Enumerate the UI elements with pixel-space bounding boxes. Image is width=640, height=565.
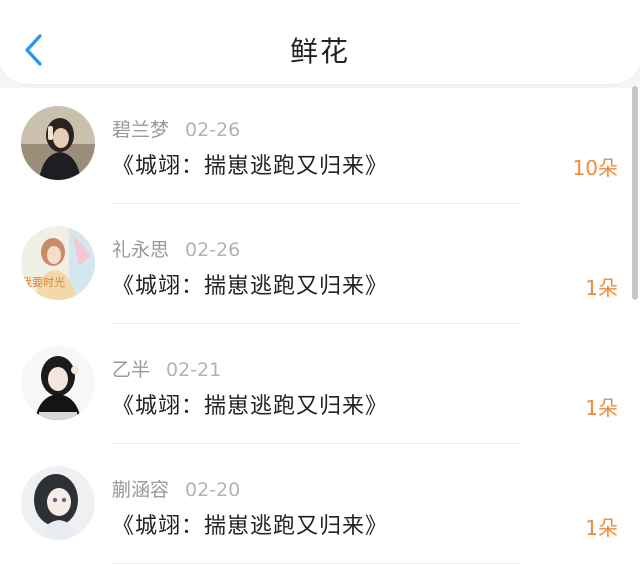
- sender-name: 乙半: [112, 359, 151, 381]
- gift-date: 02-26: [185, 239, 241, 261]
- avatar[interactable]: 我要时光: [21, 226, 95, 300]
- gift-date: 02-21: [166, 359, 222, 381]
- flower-count: 1朵: [585, 396, 618, 420]
- book-title[interactable]: 《城翊：揣崽逃跑又归来》: [112, 388, 388, 420]
- gift-date: 02-26: [185, 119, 241, 141]
- flower-count: 1朵: [585, 516, 618, 540]
- gift-meta: 礼永思 02-26: [112, 235, 241, 261]
- list-item[interactable]: 蒯涵容 02-20 《城翊：揣崽逃跑又归来》 1朵: [0, 448, 640, 565]
- sender-name: 蒯涵容: [112, 479, 170, 501]
- flower-count: 10朵: [572, 156, 618, 180]
- avatar-watermark-text: 我要时光: [21, 275, 65, 289]
- gift-meta: 蒯涵容 02-20: [112, 475, 241, 501]
- avatar[interactable]: [21, 106, 95, 180]
- gift-meta: 乙半 02-21: [112, 355, 222, 381]
- gift-flowers-page: 鲜花 碧兰梦 02-26 《城翊：揣崽逃跑又归来》 10朵 我要时光 礼永思 0…: [0, 0, 640, 565]
- divider: [112, 443, 520, 444]
- page-title: 鲜花: [289, 35, 350, 68]
- divider: [112, 323, 520, 324]
- sender-name: 碧兰梦: [112, 119, 170, 141]
- flower-count: 1朵: [585, 276, 618, 300]
- divider: [112, 563, 520, 564]
- scrollbar[interactable]: [632, 86, 638, 300]
- list-item[interactable]: 我要时光 礼永思 02-26 《城翊：揣崽逃跑又归来》 1朵: [0, 208, 640, 328]
- avatar[interactable]: [21, 346, 95, 420]
- avatar[interactable]: [21, 466, 95, 540]
- list-item[interactable]: 乙半 02-21 《城翊：揣崽逃跑又归来》 1朵: [0, 328, 640, 448]
- book-title[interactable]: 《城翊：揣崽逃跑又归来》: [112, 148, 388, 180]
- list-item[interactable]: 碧兰梦 02-26 《城翊：揣崽逃跑又归来》 10朵: [0, 88, 640, 208]
- book-title[interactable]: 《城翊：揣崽逃跑又归来》: [112, 268, 388, 300]
- flower-gift-list[interactable]: 碧兰梦 02-26 《城翊：揣崽逃跑又归来》 10朵 我要时光 礼永思 02-2…: [0, 88, 640, 565]
- divider: [112, 203, 520, 204]
- sender-name: 礼永思: [112, 239, 170, 261]
- gift-meta: 碧兰梦 02-26: [112, 115, 241, 141]
- gift-date: 02-20: [185, 479, 241, 501]
- top-bar: 鲜花: [0, 0, 640, 84]
- book-title[interactable]: 《城翊：揣崽逃跑又归来》: [112, 508, 388, 540]
